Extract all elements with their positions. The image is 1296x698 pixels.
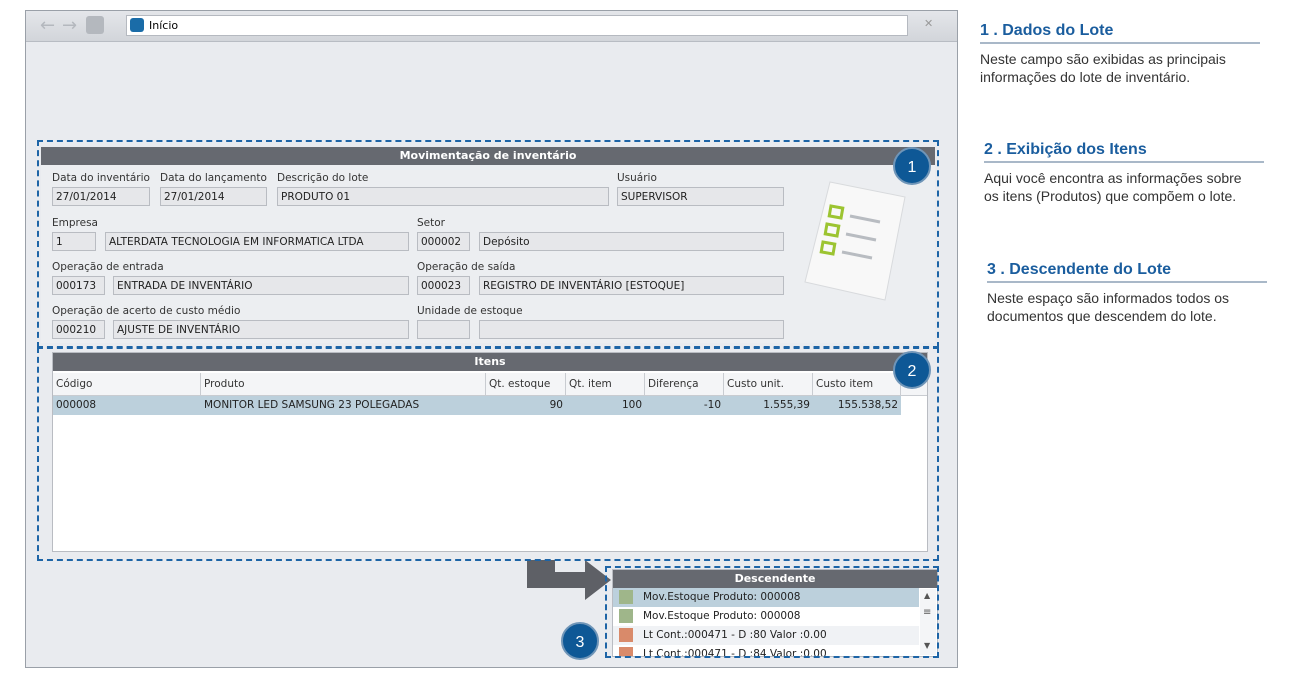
marker-1: 1 <box>893 147 931 185</box>
note-title: 2 . Exibição dos Itens <box>984 141 1264 163</box>
forward-arrow-icon[interactable]: → <box>62 15 77 36</box>
back-arrow-icon[interactable]: ← <box>40 15 55 36</box>
marker-2: 2 <box>893 351 931 389</box>
note-text: Neste espaço são informados todos os doc… <box>987 290 1230 324</box>
note-text: Neste campo são exibidas as principais i… <box>980 51 1226 85</box>
note-1: 1 . Dados do Lote Neste campo são exibid… <box>980 22 1260 86</box>
note-title: 3 . Descendente do Lote <box>987 261 1267 283</box>
annotation-box-1 <box>37 140 939 348</box>
note-2: 2 . Exibição dos Itens Aqui você encontr… <box>984 141 1264 205</box>
home-icon[interactable] <box>86 16 104 34</box>
home-page-icon <box>130 18 144 32</box>
note-text: Aqui você encontra as informações sobre … <box>984 170 1242 204</box>
annotation-box-3 <box>605 566 939 658</box>
address-text: Início <box>149 19 179 32</box>
address-bar[interactable]: Início <box>126 15 908 36</box>
note-3: 3 . Descendente do Lote Neste espaço são… <box>987 261 1267 325</box>
close-tab-icon[interactable]: ✕ <box>924 17 933 30</box>
annotation-box-2 <box>37 347 939 561</box>
arrow-icon <box>527 560 611 600</box>
note-title: 1 . Dados do Lote <box>980 22 1260 44</box>
browser-toolbar: ← → Início ✕ <box>26 11 957 42</box>
marker-3: 3 <box>561 622 599 660</box>
